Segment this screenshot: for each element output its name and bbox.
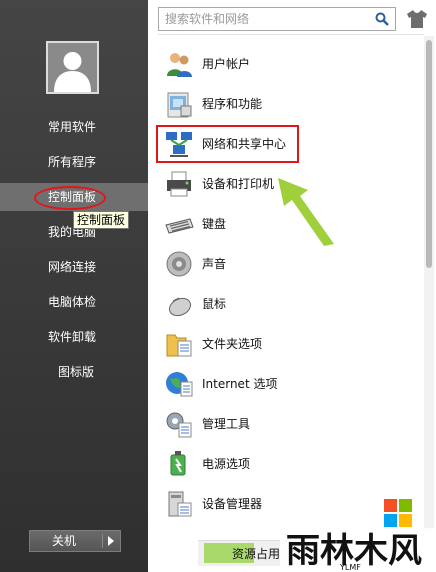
item-label: 鼠标 (202, 297, 227, 311)
item-label: 管理工具 (202, 417, 251, 431)
item-label: 网络和共享中心 (202, 137, 287, 151)
internet-icon (166, 372, 193, 397)
resource-usage-label: 资源占用 (232, 547, 281, 561)
printer-icon (167, 171, 191, 197)
users-icon (167, 53, 192, 77)
control-panel-item[interactable]: 文件夹选项 (162, 327, 412, 361)
item-label: 声音 (202, 257, 227, 271)
shutdown-separator (102, 534, 103, 548)
mouse-icon (168, 297, 192, 317)
speaker-icon (166, 251, 192, 277)
item-label: 文件夹选项 (202, 337, 263, 351)
green-arrow-annotation (278, 178, 334, 246)
item-label: 设备管理器 (202, 497, 263, 511)
control-panel-item[interactable]: 鼠标 (162, 287, 412, 321)
sidebar-item-control-panel[interactable]: 控制面板 (0, 183, 148, 211)
item-label: 电源选项 (202, 457, 251, 471)
keyboard-icon (165, 218, 194, 234)
control-panel-item[interactable]: 电源选项 (162, 447, 412, 481)
watermark-logo: 雨林木风 YLMF (280, 528, 436, 572)
sidebar: 常用软件 所有程序 控制面板 我的电脑 网络连接 电脑体检 软件卸载 图标版 控… (0, 0, 148, 572)
network-icon (166, 132, 192, 157)
shutdown-button[interactable]: 关机 (29, 530, 121, 552)
search-input[interactable] (165, 10, 365, 28)
item-label: 用户帐户 (202, 57, 251, 71)
control-panel-item[interactable]: 用户帐户 (162, 47, 412, 81)
sidebar-item-all-programs[interactable]: 所有程序 (0, 148, 148, 176)
item-label: 程序和功能 (202, 97, 263, 111)
scrollbar[interactable] (424, 36, 434, 532)
scrollbar-thumb[interactable] (426, 40, 432, 268)
avatar[interactable] (46, 41, 99, 94)
admin-tools-icon (166, 412, 192, 438)
search-icon[interactable] (375, 12, 389, 26)
control-panel-item[interactable]: 声音 (162, 247, 412, 281)
sidebar-item-network-connection[interactable]: 网络连接 (0, 253, 148, 281)
control-panel-list: 用户帐户 程序和功能 网络和共享中心 设备和打印机 (148, 0, 436, 572)
search-divider (158, 34, 424, 35)
control-panel-item[interactable]: 管理工具 (162, 407, 412, 441)
item-label: 设备和打印机 (202, 177, 275, 191)
folder-options-icon (166, 334, 192, 357)
control-panel-item[interactable]: 程序和功能 (162, 87, 412, 121)
control-panel-item-network[interactable]: 网络和共享中心 (162, 127, 412, 161)
shutdown-arrow-icon[interactable] (108, 536, 114, 546)
search-box (158, 7, 396, 31)
shutdown-label: 关机 (51, 534, 76, 548)
svg-text:YLMF: YLMF (339, 563, 361, 572)
programs-icon (167, 92, 192, 118)
device-manager-icon (168, 491, 192, 517)
control-panel-item[interactable]: Internet 选项 (162, 367, 412, 401)
skin-shirt-icon[interactable] (406, 9, 428, 29)
sidebar-item-icon-view[interactable]: 图标版 (0, 358, 148, 386)
item-label: Internet 选项 (202, 377, 278, 391)
sidebar-item-pc-checkup[interactable]: 电脑体检 (0, 288, 148, 316)
power-icon (170, 451, 186, 476)
sidebar-item-common-software[interactable]: 常用软件 (0, 113, 148, 141)
tooltip: 控制面板 (73, 211, 130, 229)
sidebar-item-uninstall[interactable]: 软件卸载 (0, 323, 148, 351)
item-label: 键盘 (202, 217, 227, 231)
